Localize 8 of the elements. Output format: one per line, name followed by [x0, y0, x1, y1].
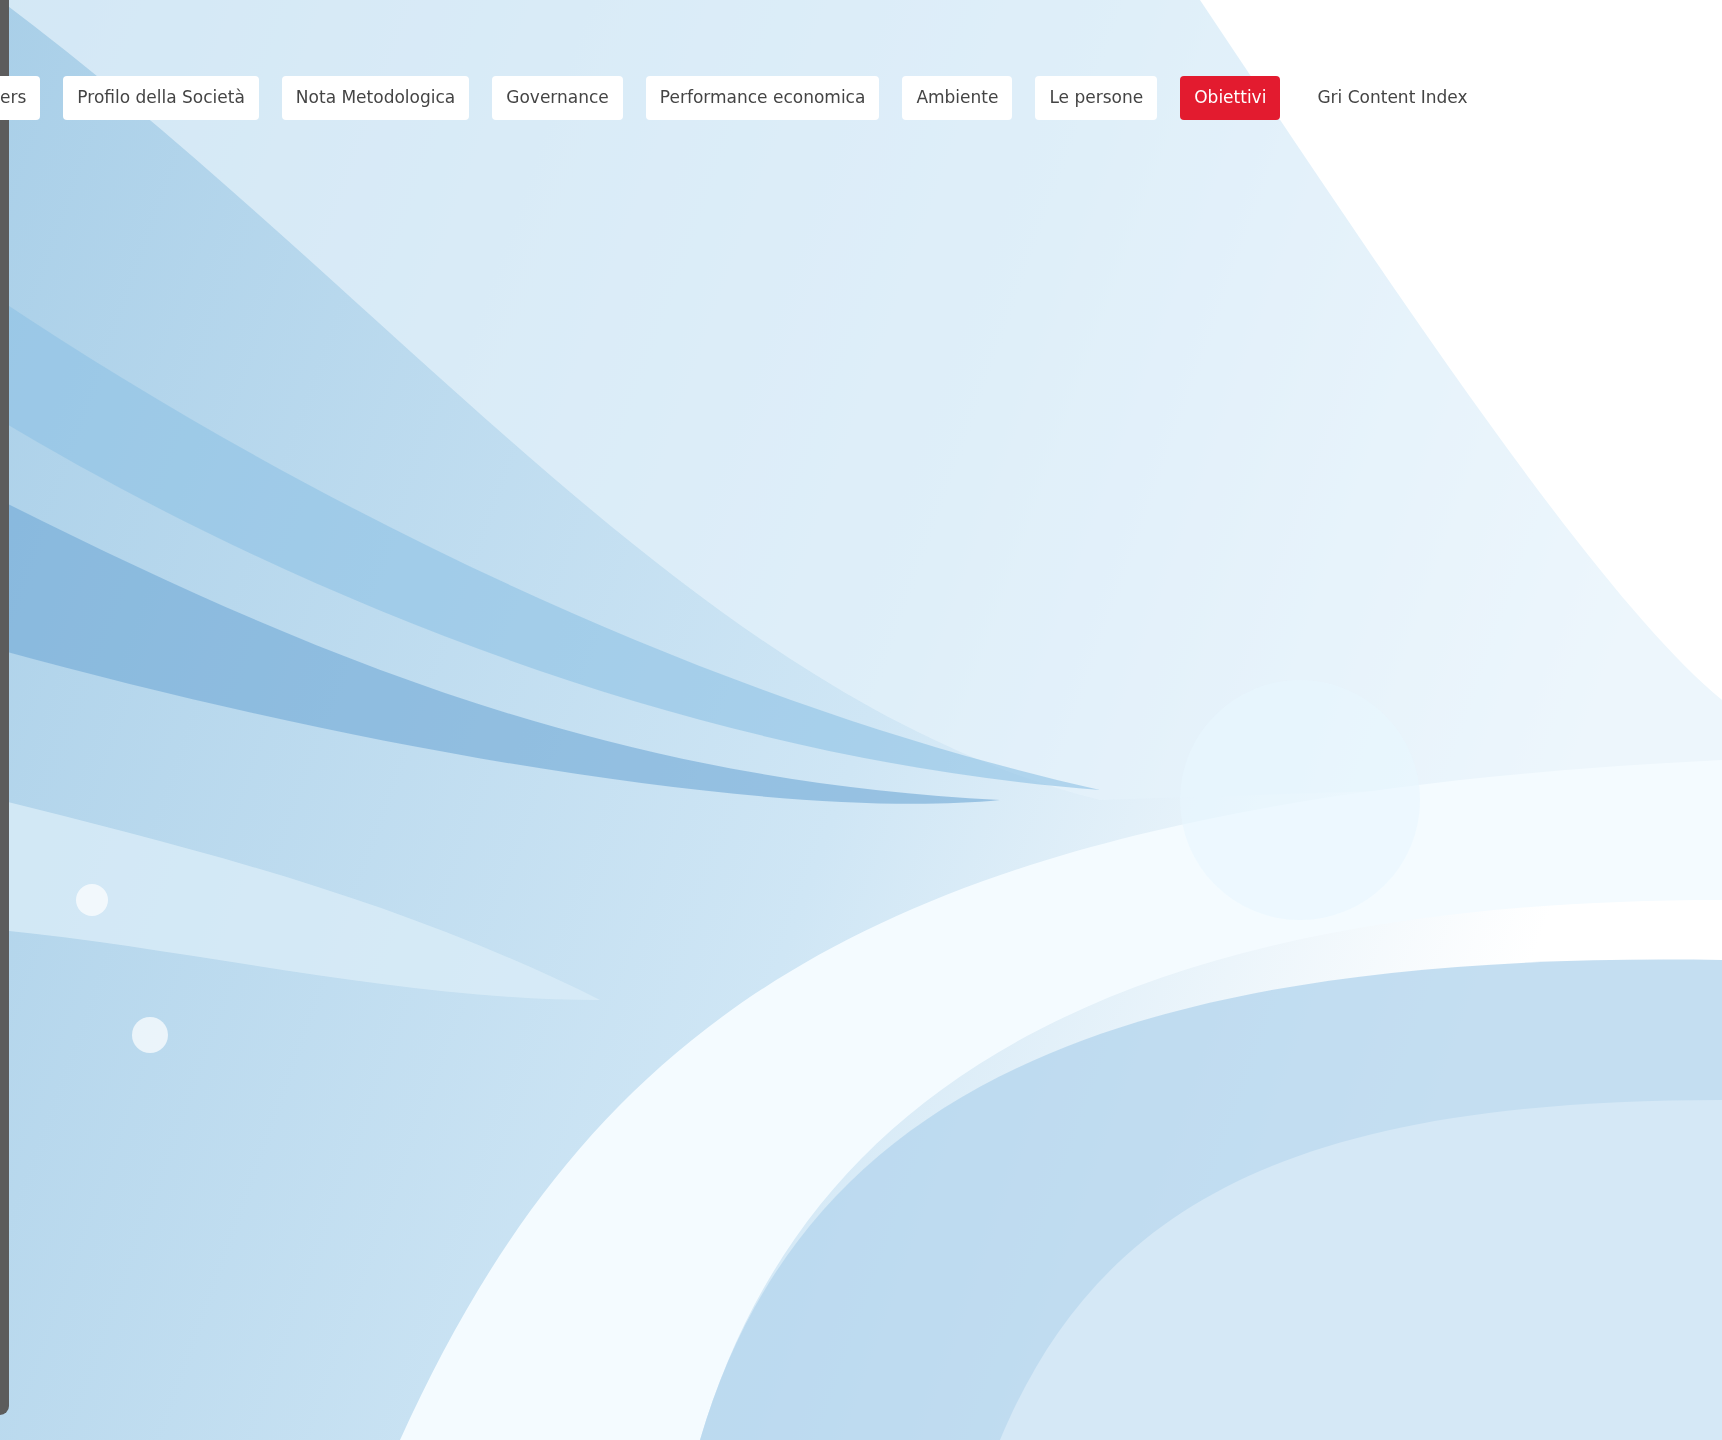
nav-tab[interactable]: Ambiente	[902, 76, 1013, 120]
nav-tab[interactable]: Profilo della Società	[63, 76, 259, 120]
nav-tab[interactable]: Nota Metodologica	[281, 76, 470, 120]
nav-tab[interactable]: Performance economica	[645, 76, 880, 120]
nav-tab[interactable]: ers	[0, 76, 41, 120]
nav-tab[interactable]: Obiettivi	[1180, 76, 1281, 120]
nav-tab[interactable]: Governance	[492, 76, 623, 120]
nav-tab[interactable]: Le persone	[1035, 76, 1158, 120]
